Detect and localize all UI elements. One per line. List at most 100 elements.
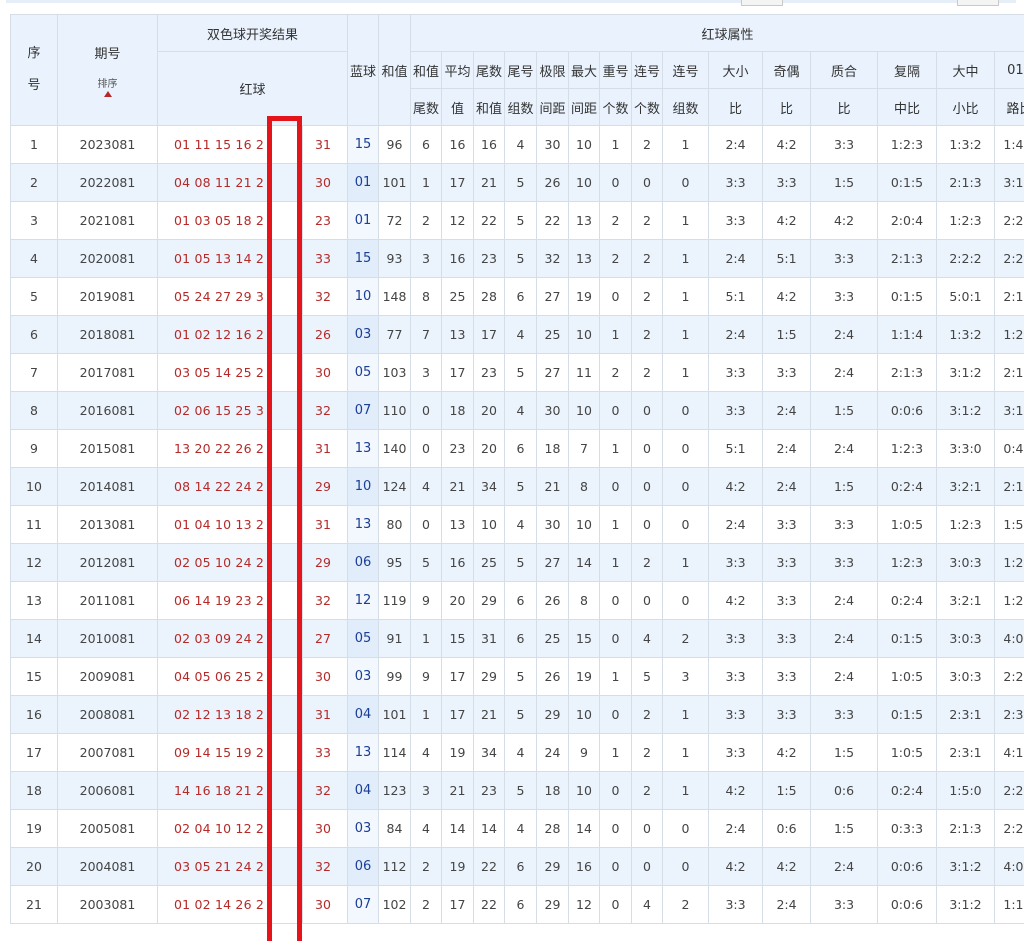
attr-cell: 17: [474, 316, 505, 354]
attr-cell: 25: [537, 316, 569, 354]
table-row: 13201108106 14 19 23 2321211992029626800…: [11, 582, 1024, 620]
attr-cell: 2:1:3: [995, 278, 1024, 316]
attr-cell: 0: [663, 468, 709, 506]
issue-cell: 2003081: [58, 886, 158, 924]
attr-cell: 0: [600, 696, 632, 734]
attr-cell: 5:1: [709, 430, 763, 468]
table-row: 21200308101 02 14 26 2300710221722629120…: [11, 886, 1024, 924]
table-row: 1202308101 11 15 16 23115966161643010121…: [11, 126, 1024, 164]
attr-cell: 2:0:4: [878, 202, 937, 240]
issue-cell: 2009081: [58, 658, 158, 696]
attr-cell: 26: [537, 582, 569, 620]
attr-cell: 2: [663, 886, 709, 924]
attr-cell: 1: [663, 696, 709, 734]
last-red-ball-cell: 31: [303, 696, 348, 734]
attr-cell: 5:0:1: [937, 278, 995, 316]
issue-cell: 2021081: [58, 202, 158, 240]
attr-cell: 23: [474, 240, 505, 278]
attr-cell: 3:1:2: [995, 164, 1024, 202]
sort-button[interactable]: 排序: [98, 80, 118, 97]
sum-cell: 123: [379, 772, 411, 810]
attr-cell: 4:2: [709, 468, 763, 506]
attr-cell: 1:2:3: [937, 506, 995, 544]
attr-cell: 13: [569, 240, 600, 278]
blue-ball-cell: 01: [348, 202, 379, 240]
attr-cell: 1:2:3: [995, 316, 1024, 354]
attr-cell: 16: [442, 126, 474, 164]
attr-cell: 0: [632, 468, 663, 506]
attr-cell: 0:6: [763, 810, 811, 848]
attr-cell: 2:3:1: [937, 734, 995, 772]
attr-cell: 0: [600, 848, 632, 886]
attr-cell: 1:5: [763, 772, 811, 810]
col-header-attr-bottom: 比: [709, 89, 763, 126]
col-header-seq: 序号: [11, 15, 58, 126]
attr-cell: 6: [505, 430, 537, 468]
sum-cell: 140: [379, 430, 411, 468]
attr-cell: 0: [411, 506, 442, 544]
attr-cell: 19: [569, 278, 600, 316]
attr-cell: 2: [600, 354, 632, 392]
last-red-ball-cell: 33: [303, 240, 348, 278]
sum-cell: 101: [379, 696, 411, 734]
attr-cell: 2:2:2: [995, 658, 1024, 696]
red-balls-cell: 04 05 06 25 2: [158, 658, 303, 696]
attr-cell: 27: [537, 278, 569, 316]
attr-cell: 3: [411, 354, 442, 392]
issue-cell: 2006081: [58, 772, 158, 810]
sum-cell: 77: [379, 316, 411, 354]
attr-cell: 2:2:2: [995, 240, 1024, 278]
attr-cell: 20: [474, 392, 505, 430]
attr-cell: 11: [569, 354, 600, 392]
col-header-attr-bottom: 小比: [937, 89, 995, 126]
col-group-results: 双色球开奖结果: [158, 15, 348, 52]
attr-cell: 3:3: [763, 582, 811, 620]
attr-cell: 2: [632, 772, 663, 810]
attr-cell: 19: [569, 658, 600, 696]
attr-cell: 3:0:3: [937, 658, 995, 696]
attr-cell: 2: [600, 240, 632, 278]
attr-cell: 29: [537, 696, 569, 734]
toolbar-divider: [6, 0, 1016, 3]
blue-ball-cell: 04: [348, 696, 379, 734]
attr-cell: 8: [411, 278, 442, 316]
blue-ball-cell: 05: [348, 620, 379, 658]
attr-cell: 1:0:5: [878, 734, 937, 772]
attr-cell: 2:4: [709, 126, 763, 164]
seq-cell: 14: [11, 620, 58, 658]
attr-cell: 3:3: [709, 886, 763, 924]
attr-cell: 2:1:3: [878, 354, 937, 392]
attr-cell: 3:3: [763, 506, 811, 544]
last-red-ball-cell: 32: [303, 772, 348, 810]
blue-ball-cell: 13: [348, 734, 379, 772]
blue-ball-cell: 15: [348, 240, 379, 278]
attr-cell: 1:2:3: [995, 582, 1024, 620]
attr-cell: 8: [569, 468, 600, 506]
toolbar-button[interactable]: [957, 0, 999, 6]
attr-cell: 5: [505, 164, 537, 202]
attr-cell: 13: [569, 202, 600, 240]
attr-cell: 1:4:1: [995, 126, 1024, 164]
toolbar-button[interactable]: [741, 0, 783, 6]
attr-cell: 3:3: [709, 164, 763, 202]
attr-cell: 21: [442, 468, 474, 506]
attr-cell: 0: [411, 430, 442, 468]
table-row: 9201508113 20 22 26 23113140023206187100…: [11, 430, 1024, 468]
attr-cell: 2:4: [709, 240, 763, 278]
attr-cell: 0: [663, 848, 709, 886]
attr-cell: 9: [569, 734, 600, 772]
attr-cell: 0:6: [811, 772, 878, 810]
attr-cell: 1:1:4: [995, 886, 1024, 924]
attr-cell: 34: [474, 468, 505, 506]
attr-cell: 24: [537, 734, 569, 772]
col-header-attr-top: 连号: [632, 52, 663, 89]
issue-cell: 2020081: [58, 240, 158, 278]
attr-cell: 29: [537, 848, 569, 886]
attr-cell: 14: [474, 810, 505, 848]
attr-cell: 4: [632, 620, 663, 658]
table-row: 19200508102 04 10 12 2300384414144281400…: [11, 810, 1024, 848]
attr-cell: 10: [569, 126, 600, 164]
col-header-issue: 期号 排序: [58, 15, 158, 126]
attr-cell: 29: [537, 886, 569, 924]
last-red-ball-cell: 29: [303, 544, 348, 582]
